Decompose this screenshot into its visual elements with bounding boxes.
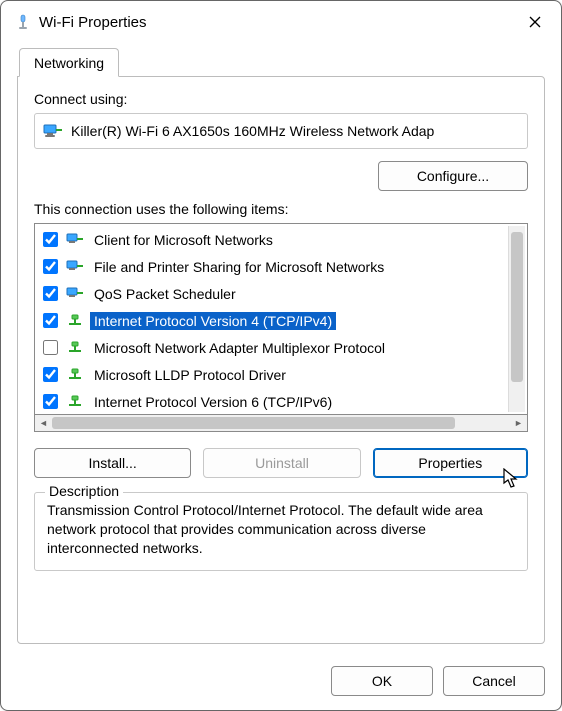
tab-panel-networking: Connect using: Killer(R) Wi-Fi 6 AX1650s… <box>17 76 545 644</box>
client-icon <box>66 259 84 275</box>
item-label: Microsoft LLDP Protocol Driver <box>90 366 290 384</box>
item-checkbox[interactable] <box>43 259 58 274</box>
adapter-name: Killer(R) Wi-Fi 6 AX1650s 160MHz Wireles… <box>71 123 434 139</box>
install-button[interactable]: Install... <box>34 448 191 478</box>
tab-strip: Networking <box>17 45 545 77</box>
item-label: Microsoft Network Adapter Multiplexor Pr… <box>90 339 389 357</box>
properties-button[interactable]: Properties <box>373 448 528 478</box>
description-legend: Description <box>45 483 123 499</box>
tab-networking[interactable]: Networking <box>19 48 119 77</box>
wifi-properties-icon <box>15 14 31 30</box>
close-button[interactable] <box>521 8 549 36</box>
wifi-properties-window: Wi-Fi Properties Networking Connect usin… <box>0 0 562 711</box>
list-item[interactable]: Microsoft Network Adapter Multiplexor Pr… <box>39 334 508 361</box>
item-label: QoS Packet Scheduler <box>90 285 240 303</box>
protocol-icon <box>66 340 84 356</box>
item-label: Internet Protocol Version 4 (TCP/IPv4) <box>90 312 336 330</box>
window-title: Wi-Fi Properties <box>39 14 521 31</box>
connection-items-list[interactable]: Client for Microsoft Networks File and Pr… <box>34 223 528 415</box>
client-icon <box>66 232 84 248</box>
items-label: This connection uses the following items… <box>34 201 528 217</box>
titlebar: Wi-Fi Properties <box>1 1 561 41</box>
list-item[interactable]: Internet Protocol Version 4 (TCP/IPv4) <box>39 307 508 334</box>
item-checkbox[interactable] <box>43 394 58 409</box>
item-label: Client for Microsoft Networks <box>90 231 277 249</box>
vertical-scrollbar[interactable] <box>508 226 525 412</box>
scrollbar-thumb[interactable] <box>511 232 523 382</box>
list-item[interactable]: QoS Packet Scheduler <box>39 280 508 307</box>
hscroll-thumb[interactable] <box>52 417 455 429</box>
uninstall-button: Uninstall <box>203 448 360 478</box>
adapter-box[interactable]: Killer(R) Wi-Fi 6 AX1650s 160MHz Wireles… <box>34 113 528 149</box>
scroll-left-arrow[interactable]: ◄ <box>35 415 52 432</box>
cancel-button[interactable]: Cancel <box>443 666 545 696</box>
item-label: Internet Protocol Version 6 (TCP/IPv6) <box>90 393 336 411</box>
list-item[interactable]: File and Printer Sharing for Microsoft N… <box>39 253 508 280</box>
dialog-button-row: OK Cancel <box>1 654 561 710</box>
protocol-icon <box>66 367 84 383</box>
description-text: Transmission Control Protocol/Internet P… <box>47 501 515 558</box>
network-adapter-icon <box>43 123 63 139</box>
description-group: Description Transmission Control Protoco… <box>34 492 528 571</box>
item-checkbox[interactable] <box>43 286 58 301</box>
item-checkbox[interactable] <box>43 340 58 355</box>
client-area: Networking Connect using: Killer(R) Wi-F… <box>1 41 561 654</box>
item-checkbox[interactable] <box>43 367 58 382</box>
item-checkbox[interactable] <box>43 313 58 328</box>
item-checkbox[interactable] <box>43 232 58 247</box>
horizontal-scrollbar[interactable]: ◄ ► <box>34 415 528 432</box>
scroll-right-arrow[interactable]: ► <box>510 415 527 432</box>
ok-button[interactable]: OK <box>331 666 433 696</box>
connect-using-label: Connect using: <box>34 91 528 107</box>
list-item[interactable]: Microsoft LLDP Protocol Driver <box>39 361 508 388</box>
item-label: File and Printer Sharing for Microsoft N… <box>90 258 388 276</box>
protocol-icon <box>66 313 84 329</box>
protocol-icon <box>66 394 84 410</box>
client-icon <box>66 286 84 302</box>
configure-button[interactable]: Configure... <box>378 161 528 191</box>
list-item[interactable]: Client for Microsoft Networks <box>39 226 508 253</box>
list-item[interactable]: Internet Protocol Version 6 (TCP/IPv6) <box>39 388 508 412</box>
